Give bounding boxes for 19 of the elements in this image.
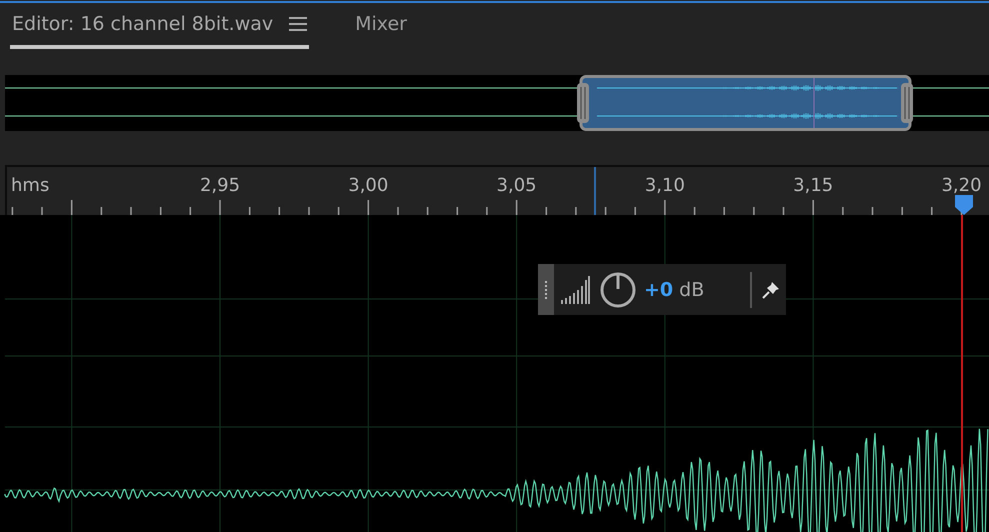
panel-tab[interactable]: Mixer	[353, 3, 409, 49]
time-label: 3,15	[793, 175, 834, 196]
time-label: 3,20	[941, 175, 982, 196]
waveform-overview[interactable]	[5, 75, 989, 131]
time-label: 2,95	[200, 175, 240, 196]
time-unit-label: hms	[11, 175, 50, 196]
signal-bars-icon	[560, 276, 590, 304]
gain-value[interactable]: +0	[644, 278, 674, 300]
selection-marker	[594, 167, 596, 215]
visible-range-selector[interactable]	[577, 75, 913, 131]
drag-handle[interactable]	[538, 264, 554, 315]
volume-knob[interactable]	[600, 272, 636, 308]
panel-tab[interactable]: Editor: 16 channel 8bit.wav	[10, 3, 310, 49]
gain-unit: dB	[679, 278, 704, 300]
menu-icon[interactable]	[289, 17, 308, 31]
time-label: 3,10	[644, 175, 685, 196]
time-label: 3,00	[348, 175, 388, 196]
time-label: 3,05	[496, 175, 537, 196]
pin-icon[interactable]	[762, 280, 780, 298]
